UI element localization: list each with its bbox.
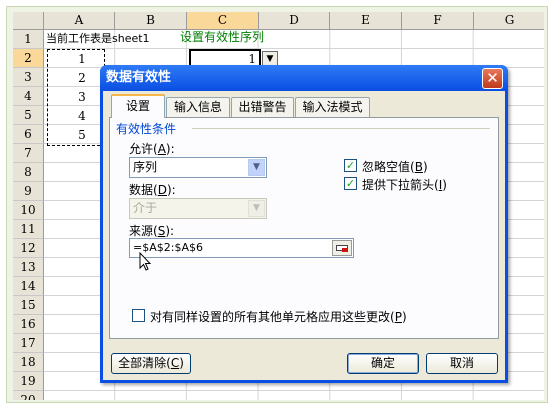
row-header-15[interactable]: 15: [13, 296, 44, 315]
row-header-16[interactable]: 16: [13, 315, 44, 334]
row-header-2[interactable]: 2: [13, 49, 44, 68]
settings-panel: 有效性条件 允许(A): 序列 ▼ 数据(D): 介于 ▼ 来源(S): =$A…: [109, 117, 499, 339]
row-header-18[interactable]: 18: [13, 353, 44, 372]
allow-label: 允许(A):: [129, 142, 175, 156]
tab-input-message[interactable]: 输入信息: [166, 97, 230, 117]
apply-to-all-label: 对有同样设置的所有其他单元格应用这些更改(P): [150, 310, 407, 324]
group-divider: [192, 128, 490, 129]
in-cell-dropdown-label: 提供下拉箭头(I): [362, 178, 447, 192]
source-input[interactable]: =$A$2:$A$6: [129, 238, 354, 258]
row-header-1[interactable]: 1: [13, 30, 44, 49]
column-header-d[interactable]: D: [259, 12, 330, 30]
range-marker-icon: [342, 248, 348, 252]
group-label-criteria: 有效性条件: [116, 120, 180, 137]
row-header-4[interactable]: 4: [13, 87, 44, 106]
data-select: 介于 ▼: [129, 198, 267, 219]
tab-settings[interactable]: 设置: [111, 94, 165, 118]
dialog-body: 设置 输入信息 出错警告 输入法模式 有效性条件 允许(A): 序列 ▼ 数据(…: [103, 91, 505, 380]
allow-select[interactable]: 序列 ▼: [129, 157, 267, 178]
data-select-value: 介于: [133, 201, 158, 215]
dialog-titlebar[interactable]: 数据有效性 ✕: [100, 65, 508, 91]
row-header-5[interactable]: 5: [13, 106, 44, 125]
cell-a1[interactable]: 当前工作表是sheet1: [46, 30, 150, 48]
tab-ime-mode[interactable]: 输入法模式: [295, 97, 370, 117]
row-header-7[interactable]: 7: [13, 144, 44, 163]
column-header-f[interactable]: F: [402, 12, 474, 30]
clear-all-button[interactable]: 全部清除(C): [111, 353, 191, 374]
data-validation-dialog: 数据有效性 ✕ 设置 输入信息 出错警告 输入法模式 有效性条件 允许(A): …: [100, 65, 508, 383]
apply-to-all-checkbox[interactable]: [132, 309, 145, 322]
row-header-19[interactable]: 19: [13, 372, 44, 391]
mouse-cursor-icon: [139, 252, 152, 271]
chevron-down-icon[interactable]: ▼: [248, 159, 265, 176]
row-header-6[interactable]: 6: [13, 125, 44, 144]
select-all-corner[interactable]: [13, 12, 44, 30]
tab-error-alert[interactable]: 出错警告: [231, 97, 294, 117]
row-header-12[interactable]: 12: [13, 239, 44, 258]
row-header-20[interactable]: 20: [13, 391, 44, 400]
row-header-17[interactable]: 17: [13, 334, 44, 353]
ignore-blank-label: 忽略空值(B): [362, 160, 428, 174]
chevron-down-icon: ▼: [248, 200, 265, 217]
collapse-dialog-button[interactable]: [332, 240, 352, 256]
column-header-b[interactable]: B: [115, 12, 187, 30]
close-button[interactable]: ✕: [482, 68, 503, 89]
in-cell-dropdown-checkbox[interactable]: ✓: [344, 177, 357, 190]
source-label: 来源(S):: [129, 224, 175, 238]
cancel-button[interactable]: 取消: [426, 353, 498, 374]
allow-select-value: 序列: [133, 160, 158, 174]
dialog-title: 数据有效性: [106, 70, 172, 85]
ok-button[interactable]: 确定: [347, 353, 419, 374]
close-icon: ✕: [486, 69, 499, 87]
row-header-10[interactable]: 10: [13, 201, 44, 220]
row-header-14[interactable]: 14: [13, 277, 44, 296]
row-header-9[interactable]: 9: [13, 182, 44, 201]
row-header-3[interactable]: 3: [13, 68, 44, 87]
data-label: 数据(D):: [129, 183, 176, 197]
row-header-11[interactable]: 11: [13, 220, 44, 239]
cell-c1[interactable]: 设置有效性序列: [180, 28, 264, 46]
row-header-13[interactable]: 13: [13, 258, 44, 277]
row-header-8[interactable]: 8: [13, 163, 44, 182]
ignore-blank-checkbox[interactable]: ✓: [344, 159, 357, 172]
column-header-g[interactable]: G: [474, 12, 544, 30]
column-header-a[interactable]: A: [44, 12, 115, 30]
column-header-e[interactable]: E: [330, 12, 402, 30]
